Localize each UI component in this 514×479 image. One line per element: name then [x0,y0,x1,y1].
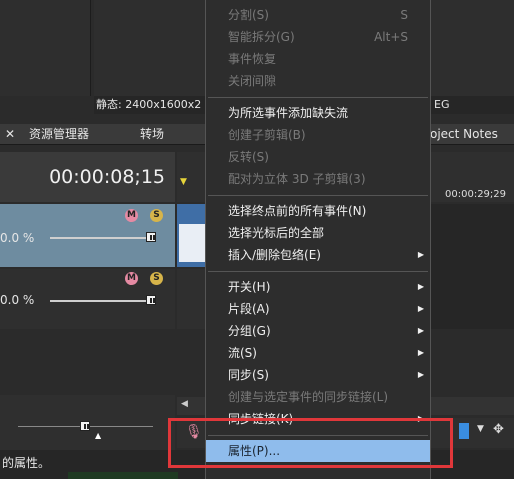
menu-item-insert-remove-envelope[interactable]: 插入/删除包络(E) ▶ [206,244,430,266]
menu-item-group[interactable]: 分组(G) ▶ [206,320,430,342]
submenu-arrow-icon: ▶ [417,282,424,291]
ruler-time-label: 00:00:29;29 [445,189,507,200]
marker-icon: ▼ [180,177,187,187]
media-properties-text-right: EG [430,96,514,114]
clip-thumbnail [179,224,207,262]
status-indicator [68,472,178,479]
menu-item-take[interactable]: 片段(A) ▶ [206,298,430,320]
media-properties-text: 静态: 2400x1600x2 [94,96,211,114]
menu-item-split[interactable]: 分割(S) S [206,4,430,26]
context-menu: 分割(S) S 智能拆分(G) Alt+S 事件恢复 关闭间隙 为所选事件添加缺失流… [205,0,431,479]
master-controls: ▲ [0,395,175,450]
tab-transitions[interactable]: 转场 [140,124,164,144]
submenu-arrow-icon: ▶ [417,370,424,379]
menu-separator [208,271,428,272]
move-tool-icon[interactable]: ✥ [493,422,504,437]
slider-handle[interactable] [146,295,156,305]
close-icon[interactable]: ✕ [5,124,15,144]
slider-handle[interactable] [146,232,156,242]
annotation-highlight-box [168,418,453,468]
video-track-header[interactable]: M S 0.0 % [0,204,175,267]
preview-panel-left [0,0,91,96]
submenu-arrow-icon: ▶ [417,250,424,259]
menu-item-event-restore[interactable]: 事件恢复 [206,48,430,70]
menu-item-create-sync-link[interactable]: 创建与选定事件的同步链接(L) [206,386,430,408]
cursor-timecode[interactable]: 00:00:08;15 [49,166,165,188]
submenu-arrow-icon: ▶ [417,304,424,313]
edit-tool-icon[interactable] [459,423,469,439]
scroll-left-icon[interactable]: ◀ [181,399,188,409]
chevron-down-icon[interactable]: ▼ [477,424,484,434]
menu-separator [208,97,428,98]
mute-icon[interactable]: M [125,209,138,222]
menu-item-smart-split[interactable]: 智能拆分(G) Alt+S [206,26,430,48]
audio-track-header[interactable]: M S 0.0 % [0,269,175,329]
menu-item-switches[interactable]: 开关(H) ▶ [206,276,430,298]
menu-item-select-before-end[interactable]: 选择终点前的所有事件(N) [206,200,430,222]
menu-item-close-gap[interactable]: 关闭间隙 [206,70,430,92]
menu-item-add-missing-streams[interactable]: 为所选事件添加缺失流 [206,102,430,124]
menu-item-create-subclip[interactable]: 创建子剪辑(B) [206,124,430,146]
solo-icon[interactable]: S [150,209,163,222]
tab-project-notes[interactable]: oject Notes [430,124,498,144]
slider-handle[interactable] [80,421,90,431]
menu-item-select-after-cursor[interactable]: 选择光标后的全部 [206,222,430,244]
submenu-arrow-icon: ▶ [417,326,424,335]
triangle-up-icon: ▲ [95,431,102,440]
status-text: 的属性。 [2,456,51,470]
preview-panel-right [430,0,514,96]
track-level-slider[interactable] [50,237,155,239]
track-level-label: 0.0 % [0,293,35,307]
menu-item-reverse[interactable]: 反转(S) [206,146,430,168]
menu-item-pair-stereo-3d[interactable]: 配对为立体 3D 子剪辑(3) [206,168,430,190]
preview-panel-middle [94,0,209,96]
solo-icon[interactable]: S [150,272,163,285]
track-level-label: 0.0 % [0,231,35,245]
timeline-lane-right [430,204,514,329]
submenu-arrow-icon: ▶ [417,348,424,357]
track-level-slider[interactable] [50,300,155,302]
menu-separator [208,195,428,196]
tab-explorer[interactable]: 资源管理器 [29,124,89,144]
menu-item-stream[interactable]: 流(S) ▶ [206,342,430,364]
timeline-header: 00:00:08;15 [0,152,175,202]
mute-icon[interactable]: M [125,272,138,285]
menu-item-synchronize[interactable]: 同步(S) ▶ [206,364,430,386]
